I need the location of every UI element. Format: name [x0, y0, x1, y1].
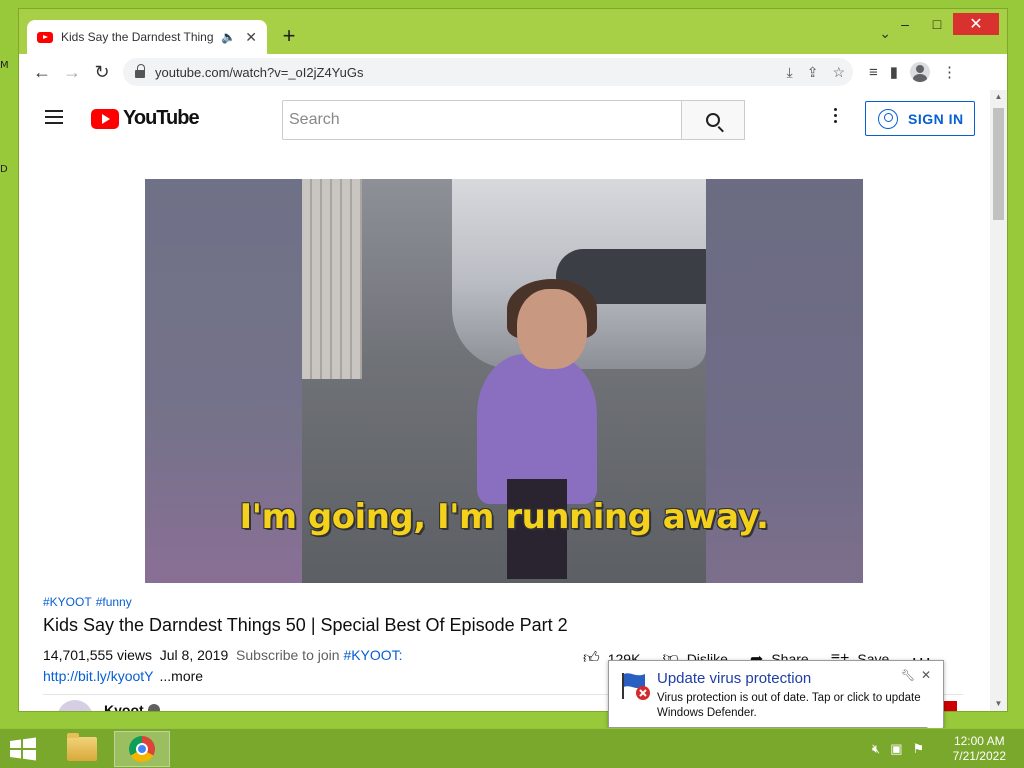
desktop-mark: M: [0, 60, 9, 71]
clock-date: 7/21/2022: [952, 749, 1006, 763]
upload-date: Jul 8, 2019: [159, 647, 229, 663]
search-input[interactable]: [282, 100, 682, 140]
description-line-2: http://bit.ly/kyootY ...more: [43, 668, 203, 684]
notification-title: Update virus protection: [657, 670, 812, 687]
notification-body: Virus protection is out of date. Tap or …: [657, 692, 921, 719]
description-text: Subscribe to join: [236, 647, 340, 663]
reload-button[interactable]: ↻: [87, 58, 117, 86]
action-center-alert-icon[interactable]: ⚑: [913, 741, 925, 757]
hashtags: #KYOOT #funny: [43, 595, 136, 609]
hashtag-link[interactable]: #funny: [96, 595, 132, 609]
house-siding: [302, 179, 362, 379]
new-tab-button[interactable]: +: [277, 23, 301, 49]
search-icon: [706, 113, 720, 127]
address-bar[interactable]: youtube.com/watch?v=_oI2jZ4YuGs ⤓ ⇪ ☆: [123, 58, 853, 86]
media-controls-icon[interactable]: ≡: [869, 64, 878, 81]
file-explorer-button[interactable]: [54, 731, 110, 767]
share-page-icon[interactable]: ⇪: [807, 64, 819, 81]
bookmark-star-icon[interactable]: ☆: [832, 64, 845, 81]
install-icon[interactable]: ⤓: [787, 64, 793, 81]
notification-settings-icon[interactable]: 🔧︎: [901, 669, 915, 682]
browser-menu-icon[interactable]: ⋮: [942, 63, 957, 81]
desktop-mark: D: [0, 164, 8, 175]
scroll-thumb[interactable]: [993, 108, 1004, 220]
scroll-down-arrow-icon[interactable]: ▼: [990, 697, 1007, 711]
search-button[interactable]: [681, 100, 745, 140]
notification-close-icon[interactable]: ✕: [921, 668, 931, 682]
virus-protection-notification[interactable]: Update virus protection Virus protection…: [608, 660, 944, 737]
folder-icon: [67, 733, 97, 761]
action-center-flag-icon: [622, 673, 650, 700]
chrome-taskbar-button[interactable]: [114, 731, 170, 767]
youtube-favicon-icon: [37, 31, 53, 43]
lock-icon[interactable]: [135, 64, 145, 78]
hashtag-link[interactable]: #KYOOT: [43, 595, 92, 609]
video-player[interactable]: I'm going, I'm running away.: [145, 179, 863, 583]
minimize-button[interactable]: –: [889, 13, 921, 35]
channel-name[interactable]: Kyoot: [104, 702, 160, 711]
side-panel-icon[interactable]: ▮: [890, 63, 898, 81]
clock-time: 12:00 AM: [953, 734, 1005, 748]
system-tray: 🔇︎ ▣ ⚑: [872, 741, 924, 757]
taskbar: 🔇︎ ▣ ⚑ 12:00 AM 7/21/2022: [0, 728, 1024, 768]
sign-in-label: SIGN IN: [908, 110, 964, 127]
tab-youtube[interactable]: Kids Say the Darndest Things 50 | Specia…: [27, 20, 267, 54]
youtube-logo[interactable]: YouTube: [91, 107, 200, 130]
page-scrollbar[interactable]: ▲ ▼: [990, 90, 1007, 711]
browser-window: – □ ✕ Kids Say the Darndest Things 50 | …: [18, 8, 1008, 712]
sign-in-button[interactable]: SIGN IN: [865, 101, 975, 136]
youtube-logo-text: YouTube: [123, 107, 200, 129]
chrome-icon: [129, 736, 155, 762]
scroll-up-arrow-icon[interactable]: ▲: [990, 90, 1007, 104]
account-icon: [878, 108, 898, 129]
taskbar-clock[interactable]: 12:00 AM 7/21/2022: [953, 734, 1006, 764]
profile-avatar-icon[interactable]: [910, 62, 931, 82]
volume-muted-icon[interactable]: 🔇︎: [872, 741, 880, 757]
window-controls: – □ ✕: [889, 13, 999, 35]
close-window-button[interactable]: ✕: [953, 13, 999, 35]
video-title: Kids Say the Darndest Things 50 | Specia…: [43, 615, 568, 635]
network-icon[interactable]: ▣: [890, 741, 902, 757]
channel-avatar[interactable]: [57, 700, 93, 711]
youtube-play-icon: [91, 108, 119, 129]
thumbs-up-icon: 👍︎: [583, 650, 600, 667]
windows-start-icon[interactable]: [8, 737, 38, 761]
verified-icon: [147, 704, 160, 711]
tab-title: Kids Say the Darndest Things 50 | Specia…: [61, 30, 213, 44]
back-button[interactable]: ←: [27, 58, 57, 86]
description-hashtag-link[interactable]: #KYOOT:: [343, 647, 402, 663]
show-more-button[interactable]: ...more: [160, 668, 204, 684]
page-viewport: YouTube SIGN IN: [19, 90, 1007, 711]
close-tab-icon[interactable]: ✕: [245, 29, 257, 46]
youtube-header: YouTube SIGN IN: [19, 90, 990, 146]
url-text[interactable]: youtube.com/watch?v=_oI2jZ4YuGs: [155, 65, 363, 80]
browser-toolbar: ← → ↻ youtube.com/watch?v=_oI2jZ4YuGs ⤓ …: [19, 54, 1007, 90]
maximize-button[interactable]: □: [921, 13, 953, 35]
description-link[interactable]: http://bit.ly/kyootY: [43, 668, 154, 684]
video-description[interactable]: 14,701,555 views Jul 8, 2019 Subscribe t…: [43, 647, 403, 663]
speaker-icon[interactable]: 🔈: [221, 30, 236, 44]
settings-menu-icon[interactable]: [834, 108, 838, 126]
video-caption: I'm going, I'm running away.: [239, 497, 769, 537]
channel-name-text: Kyoot: [104, 702, 144, 711]
tab-search-chevron-icon[interactable]: ⌄: [879, 25, 891, 42]
hamburger-menu-icon[interactable]: [45, 110, 63, 124]
subscribe-button[interactable]: [943, 701, 957, 711]
forward-button[interactable]: →: [57, 58, 87, 86]
view-count: 14,701,555 views: [43, 647, 152, 663]
kid-face: [517, 289, 587, 369]
